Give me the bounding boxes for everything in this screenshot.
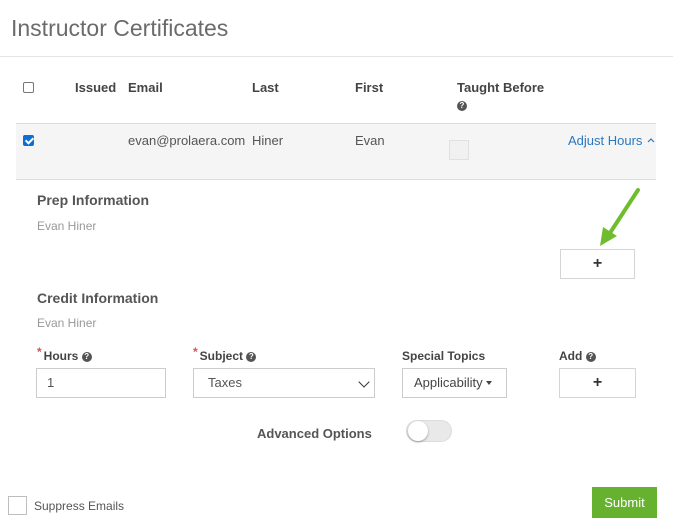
caret-down-icon — [485, 381, 492, 385]
chevron-up-icon — [647, 138, 655, 143]
prep-instructor-name: Evan Hiner — [37, 219, 97, 233]
advanced-options-label: Advanced Options — [257, 426, 372, 441]
subject-select[interactable]: Taxes — [193, 368, 375, 398]
table-row — [16, 123, 656, 180]
row-email: evan@prolaera.com — [128, 133, 246, 148]
hours-input[interactable]: 1 — [36, 368, 166, 398]
header-taught-before: Taught Before ? — [457, 80, 544, 112]
suppress-emails-checkbox[interactable] — [8, 496, 27, 515]
question-circle-icon[interactable]: ? — [457, 101, 467, 111]
advanced-options-toggle[interactable] — [406, 420, 452, 442]
credit-add-button[interactable]: + — [559, 368, 636, 398]
row-last-name: Hiner — [252, 133, 284, 148]
title-divider — [0, 56, 673, 57]
page-title: Instructor Certificates — [11, 15, 229, 41]
header-issued: Issued — [75, 80, 117, 95]
credit-instructor-name: Evan Hiner — [37, 316, 97, 330]
header-last: Last — [252, 80, 279, 95]
special-topics-value: Applicability — [414, 375, 483, 390]
row-checkbox[interactable] — [23, 135, 34, 146]
chevron-down-icon — [358, 376, 370, 388]
question-circle-icon[interactable]: ? — [81, 352, 92, 362]
question-circle-icon[interactable]: ? — [585, 352, 596, 362]
plus-icon: + — [592, 374, 603, 391]
plus-icon: + — [592, 255, 603, 272]
adjust-hours-label: Adjust Hours — [568, 133, 643, 148]
hours-label: * Hours ? — [37, 345, 92, 363]
subject-select-value: Taxes — [208, 375, 242, 390]
select-all-checkbox[interactable] — [23, 82, 34, 93]
special-topics-dropdown[interactable]: Applicability — [402, 368, 507, 398]
question-circle-icon[interactable]: ? — [246, 352, 257, 362]
row-first-name: Evan — [355, 133, 385, 148]
required-marker: * — [37, 345, 42, 359]
prep-information-title: Prep Information — [37, 192, 150, 208]
taught-before-checkbox[interactable] — [449, 140, 469, 160]
adjust-hours-link[interactable]: Adjust Hours — [568, 133, 655, 148]
credit-information-title: Credit Information — [37, 290, 159, 306]
header-taught-before-label: Taught Before — [457, 80, 545, 95]
subject-label-text: Subject — [199, 349, 244, 363]
toggle-knob — [408, 421, 428, 441]
prep-add-button[interactable]: + — [560, 249, 635, 279]
add-label-text: Add — [559, 349, 583, 363]
header-first: First — [355, 80, 384, 95]
required-marker: * — [193, 345, 198, 359]
special-topics-label: Special Topics — [402, 349, 486, 363]
header-email: Email — [128, 80, 163, 95]
submit-button[interactable]: Submit — [592, 487, 657, 518]
add-label: Add ? — [559, 349, 596, 363]
suppress-emails-label: Suppress Emails — [34, 499, 125, 513]
hours-label-text: Hours — [43, 349, 79, 363]
arrow-down-left-icon — [600, 188, 640, 246]
subject-label: * Subject ? — [193, 345, 257, 363]
